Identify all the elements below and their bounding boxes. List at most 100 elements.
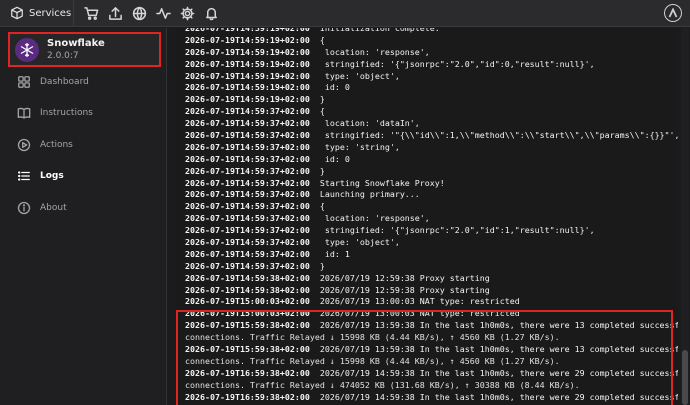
log-line: 2026-07-19T14:59:37+02:00 stringified: '…: [176, 225, 678, 237]
network-button[interactable]: [128, 2, 150, 24]
log-panel[interactable]: 2026-07-19T14:59:19+02:00 Initialization…: [176, 28, 678, 405]
log-scrollbar[interactable]: [681, 28, 689, 405]
log-message: }: [319, 94, 325, 105]
log-message: 2026/07/19 13:00:03 NAT type: restricted: [319, 296, 520, 307]
log-timestamp: 2026-07-19T15:00:03+02:00: [185, 308, 310, 319]
sidebar-nav: Dashboard Instructions Actions Logs Abou…: [0, 66, 166, 224]
app-version: 2.0.0:7: [47, 50, 79, 61]
log-timestamp: 2026-07-19T14:59:37+02:00: [185, 106, 310, 117]
log-line: 2026-07-19T14:59:37+02:00 type: 'object'…: [176, 237, 678, 249]
sidebar-item-instructions[interactable]: Instructions: [0, 98, 166, 130]
log-timestamp: 2026-07-19T14:59:37+02:00: [185, 225, 310, 236]
log-timestamp: 2026-07-19T14:59:37+02:00: [185, 248, 310, 259]
log-timestamp: 2026-07-19T14:59:37+02:00: [185, 260, 310, 271]
sidebar-item-logs[interactable]: Logs: [0, 161, 166, 193]
play-icon: [17, 138, 31, 151]
log-message: 2026/07/19 14:59:38 In the last 1h0m0s, …: [319, 391, 678, 402]
log-message: 2026/07/19 12:59:38 Proxy starting: [319, 272, 490, 283]
log-timestamp: 2026-07-19T14:59:37+02:00: [185, 130, 310, 141]
log-timestamp: 2026-07-19T14:59:19+02:00: [185, 94, 310, 105]
list-icon: [18, 171, 30, 181]
log-timestamp: 2026-07-19T14:59:37+02:00: [185, 201, 310, 212]
log-message: type: 'object',: [319, 70, 400, 81]
log-line: 2026-07-19T14:59:37+02:00 location: 'dat…: [176, 118, 678, 130]
log-timestamp: 2026-07-19T15:59:38+02:00: [185, 344, 310, 355]
sidebar-item-label: Logs: [40, 171, 64, 182]
activity-icon: [155, 7, 171, 19]
log-timestamp: 2026-07-19T14:59:37+02:00: [185, 189, 310, 200]
log-message: connections. Traffic Relayed ↓ 15998 KB …: [185, 332, 560, 343]
log-line: 2026-07-19T15:00:03+02:00 2026/07/19 13:…: [176, 308, 678, 320]
sidebar-item-label: Actions: [40, 139, 73, 150]
sidebar-item-about[interactable]: About: [0, 192, 166, 224]
log-message: stringified: '"{\\"id\\":1,\\"method\\":…: [319, 130, 678, 141]
gear-icon: [180, 6, 194, 20]
log-line: 2026-07-19T14:59:19+02:00 id: 0: [176, 82, 678, 94]
snowflake-app-icon: [15, 37, 39, 62]
log-line: 2026-07-19T14:59:38+02:00 2026/07/19 12:…: [176, 273, 678, 285]
log-lines: 2026-07-19T14:59:19+02:00 Initialization…: [176, 28, 678, 405]
log-line: 2026-07-19T16:59:38+02:00 2026/07/19 14:…: [176, 392, 678, 404]
log-line: 2026-07-19T14:59:37+02:00 }: [176, 166, 678, 178]
log-line: 2026-07-19T14:59:37+02:00 id: 1: [176, 249, 678, 261]
log-timestamp: 2026-07-19T14:59:38+02:00: [185, 272, 310, 283]
settings-button[interactable]: [176, 2, 198, 24]
log-message: id: 0: [319, 82, 350, 93]
log-timestamp: 2026-07-19T14:59:19+02:00: [185, 34, 310, 45]
sidebar-item-dashboard[interactable]: Dashboard: [0, 66, 166, 98]
log-message: 2026/07/19 13:59:38 In the last 1h0m0s, …: [319, 320, 678, 331]
log-timestamp: 2026-07-19T14:59:37+02:00: [185, 141, 310, 152]
log-message: stringified: '{"jsonrpc":"2.0","id":0,"r…: [319, 58, 595, 69]
marketplace-button[interactable]: [80, 2, 102, 24]
log-timestamp: 2026-07-19T14:59:19+02:00: [185, 70, 310, 81]
log-message: Initialization complete.: [319, 28, 440, 33]
log-timestamp: 2026-07-19T14:59:37+02:00: [185, 153, 310, 164]
logo-icon: [668, 8, 678, 18]
log-message: }: [319, 260, 325, 271]
log-message: 2026/07/19 13:59:38 In the last 1h0m0s, …: [319, 344, 678, 355]
log-line: 2026-07-19T14:59:19+02:00 Initialization…: [176, 28, 678, 35]
log-scrollbar-thumb[interactable]: [682, 350, 688, 405]
log-message: 2026/07/19 14:59:38 In the last 1h0m0s, …: [319, 367, 678, 378]
log-line: connections. Traffic Relayed ↓ 15998 KB …: [176, 356, 678, 368]
log-line: 2026-07-19T15:00:03+02:00 2026/07/19 13:…: [176, 296, 678, 308]
log-message: {: [319, 201, 325, 212]
log-line: 2026-07-19T14:59:37+02:00 {: [176, 106, 678, 118]
log-line: connections. Traffic Relayed ↓ 474052 KB…: [176, 380, 678, 392]
globe-icon: [132, 6, 146, 20]
log-message: Launching primary...: [319, 189, 420, 200]
services-button[interactable]: Services: [0, 0, 74, 27]
log-message: id: 0: [319, 153, 350, 164]
log-line: 2026-07-19T16:59:38+02:00 2026/07/19 14:…: [176, 368, 678, 380]
log-timestamp: 2026-07-19T14:59:19+02:00: [185, 46, 310, 57]
log-message: 2026/07/19 12:59:38 Proxy starting: [319, 284, 490, 295]
log-line: 2026-07-19T15:59:38+02:00 2026/07/19 13:…: [176, 320, 678, 332]
sidebar-item-actions[interactable]: Actions: [0, 129, 166, 161]
notifications-button[interactable]: [200, 2, 222, 24]
log-line: 2026-07-19T14:59:38+02:00 2026/07/19 12:…: [176, 285, 678, 297]
app-header-card[interactable]: Snowflake 2.0.0:7: [8, 32, 161, 67]
log-message: type: 'object',: [319, 237, 400, 248]
logo-button[interactable]: [664, 4, 682, 22]
log-line: 2026-07-19T14:59:19+02:00 type: 'object'…: [176, 71, 678, 83]
log-line: 2026-07-19T14:59:37+02:00 type: 'string'…: [176, 142, 678, 154]
log-timestamp: 2026-07-19T14:59:37+02:00: [185, 177, 310, 188]
log-timestamp: 2026-07-19T14:59:37+02:00: [185, 213, 310, 224]
log-line: 2026-07-19T14:59:37+02:00 location: 'res…: [176, 213, 678, 225]
log-message: stringified: '{"jsonrpc":"2.0","id":1,"r…: [319, 225, 595, 236]
log-line: 2026-07-19T14:59:37+02:00 Starting Snowf…: [176, 178, 678, 190]
sidebar-item-label: About: [40, 202, 67, 213]
app-name: Snowflake: [47, 37, 105, 49]
log-timestamp: 2026-07-19T16:59:38+02:00: [185, 367, 310, 378]
log-timestamp: 2026-07-19T14:59:19+02:00: [185, 28, 310, 33]
metrics-button[interactable]: [152, 2, 174, 24]
log-line: 2026-07-19T14:59:37+02:00 }: [176, 261, 678, 273]
log-line: 2026-07-19T14:59:37+02:00 Launching prim…: [176, 189, 678, 201]
log-timestamp: 2026-07-19T14:59:38+02:00: [185, 284, 310, 295]
top-bar: Services: [0, 0, 690, 27]
upload-button[interactable]: [104, 2, 126, 24]
log-message: type: 'string',: [319, 141, 400, 152]
sidebar: Snowflake 2.0.0:7 Dashboard Instructions…: [0, 28, 167, 405]
book-icon: [17, 108, 31, 119]
log-line: connections. Traffic Relayed ↓ 15998 KB …: [176, 332, 678, 344]
